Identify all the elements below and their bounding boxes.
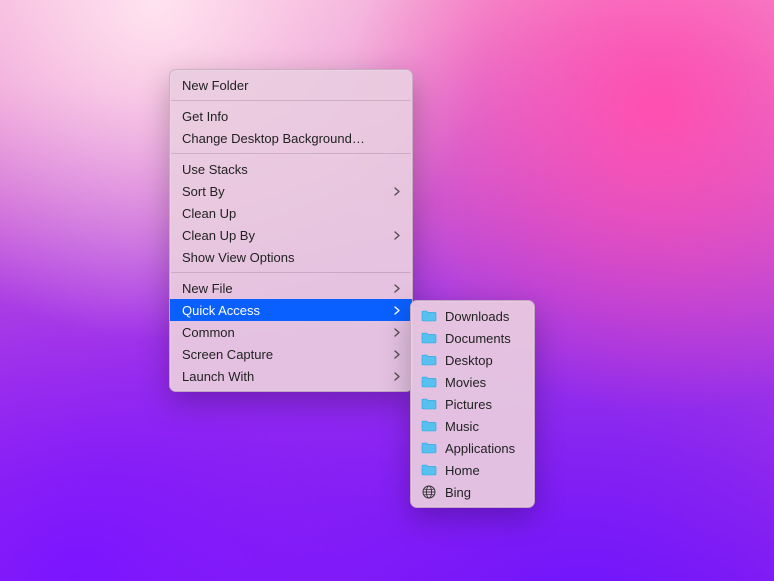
- menu-item-clean-up[interactable]: Clean Up: [170, 202, 412, 224]
- menu-item-label: Screen Capture: [182, 347, 394, 362]
- submenu-item-applications[interactable]: Applications: [411, 437, 534, 459]
- menu-item-quick-access[interactable]: Quick Access: [170, 299, 412, 321]
- folder-icon: [421, 441, 437, 455]
- menu-separator: [171, 272, 411, 273]
- desktop[interactable]: New Folder Get Info Change Desktop Backg…: [0, 0, 774, 581]
- menu-item-label: Launch With: [182, 369, 394, 384]
- folder-icon: [421, 375, 437, 389]
- chevron-right-icon: [394, 231, 400, 240]
- menu-item-label: Show View Options: [182, 250, 400, 265]
- submenu-item-label: Pictures: [445, 397, 492, 412]
- menu-item-new-file[interactable]: New File: [170, 277, 412, 299]
- menu-item-change-desktop-background[interactable]: Change Desktop Background…: [170, 127, 412, 149]
- menu-item-label: New File: [182, 281, 394, 296]
- menu-item-label: Get Info: [182, 109, 400, 124]
- menu-item-label: Clean Up By: [182, 228, 394, 243]
- menu-item-common[interactable]: Common: [170, 321, 412, 343]
- folder-icon: [421, 397, 437, 411]
- submenu-item-music[interactable]: Music: [411, 415, 534, 437]
- submenu-item-label: Documents: [445, 331, 511, 346]
- submenu-item-label: Applications: [445, 441, 515, 456]
- menu-item-screen-capture[interactable]: Screen Capture: [170, 343, 412, 365]
- submenu-item-bing[interactable]: Bing: [411, 481, 534, 503]
- chevron-right-icon: [394, 372, 400, 381]
- menu-item-sort-by[interactable]: Sort By: [170, 180, 412, 202]
- folder-icon: [421, 309, 437, 323]
- folder-icon: [421, 353, 437, 367]
- submenu-item-movies[interactable]: Movies: [411, 371, 534, 393]
- menu-item-label: Common: [182, 325, 394, 340]
- submenu-item-label: Desktop: [445, 353, 493, 368]
- menu-item-clean-up-by[interactable]: Clean Up By: [170, 224, 412, 246]
- menu-item-new-folder[interactable]: New Folder: [170, 74, 412, 96]
- quick-access-submenu: Downloads Documents Desktop Movies Pictu…: [410, 300, 535, 508]
- menu-item-use-stacks[interactable]: Use Stacks: [170, 158, 412, 180]
- chevron-right-icon: [394, 284, 400, 293]
- submenu-item-label: Music: [445, 419, 479, 434]
- submenu-item-pictures[interactable]: Pictures: [411, 393, 534, 415]
- submenu-item-documents[interactable]: Documents: [411, 327, 534, 349]
- desktop-context-menu: New Folder Get Info Change Desktop Backg…: [169, 69, 413, 392]
- chevron-right-icon: [394, 306, 400, 315]
- folder-icon: [421, 419, 437, 433]
- chevron-right-icon: [394, 328, 400, 337]
- submenu-item-downloads[interactable]: Downloads: [411, 305, 534, 327]
- menu-item-launch-with[interactable]: Launch With: [170, 365, 412, 387]
- menu-separator: [171, 153, 411, 154]
- submenu-item-desktop[interactable]: Desktop: [411, 349, 534, 371]
- menu-item-label: New Folder: [182, 78, 400, 93]
- folder-icon: [421, 463, 437, 477]
- submenu-item-label: Home: [445, 463, 480, 478]
- chevron-right-icon: [394, 187, 400, 196]
- menu-separator: [171, 100, 411, 101]
- submenu-item-label: Bing: [445, 485, 471, 500]
- menu-item-label: Sort By: [182, 184, 394, 199]
- menu-item-label: Quick Access: [182, 303, 394, 318]
- menu-item-label: Clean Up: [182, 206, 400, 221]
- submenu-item-label: Movies: [445, 375, 486, 390]
- menu-item-label: Use Stacks: [182, 162, 400, 177]
- globe-icon: [421, 485, 437, 499]
- folder-icon: [421, 331, 437, 345]
- submenu-item-label: Downloads: [445, 309, 509, 324]
- menu-item-show-view-options[interactable]: Show View Options: [170, 246, 412, 268]
- menu-item-get-info[interactable]: Get Info: [170, 105, 412, 127]
- menu-item-label: Change Desktop Background…: [182, 131, 400, 146]
- chevron-right-icon: [394, 350, 400, 359]
- submenu-item-home[interactable]: Home: [411, 459, 534, 481]
